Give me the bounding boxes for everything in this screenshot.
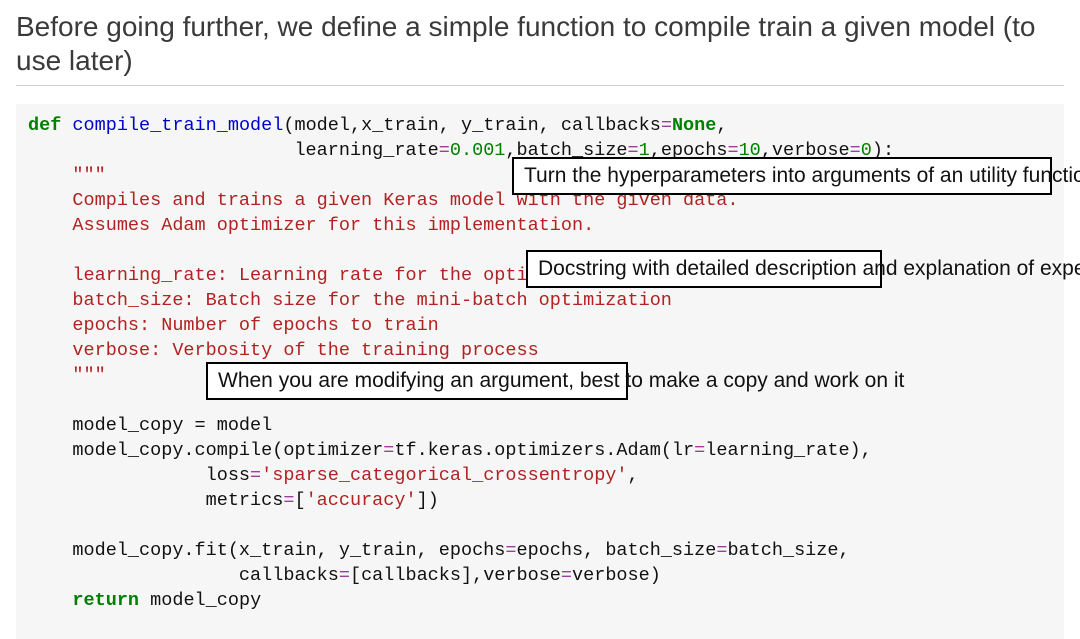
annotation-docstring: Docstring with detailed description and … bbox=[526, 250, 882, 288]
line-fit2-b: [callbacks],verbose bbox=[350, 565, 561, 586]
line-compile-a: model_copy.compile(optimizer bbox=[28, 440, 383, 461]
doc-line-2: Assumes Adam optimizer for this implemen… bbox=[28, 215, 594, 236]
kw-return: return bbox=[72, 590, 139, 611]
line-loss-c: , bbox=[628, 465, 639, 486]
docstring-close: """ bbox=[28, 365, 106, 386]
str-acc: 'accuracy' bbox=[306, 490, 417, 511]
sig2-pad bbox=[28, 140, 294, 161]
val-lr: 0.001 bbox=[450, 140, 506, 161]
line-copy: model_copy = model bbox=[28, 415, 272, 436]
kw-def: def bbox=[28, 115, 61, 136]
eq-11: = bbox=[716, 540, 727, 561]
line-fit-a: model_copy.fit(x_train, y_train, epochs bbox=[28, 540, 505, 561]
annotation-hyperparams: Turn the hyperparameters into arguments … bbox=[512, 157, 1052, 195]
doc-line-4: batch_size: Batch size for the mini-batc… bbox=[28, 290, 672, 311]
eq-13: = bbox=[561, 565, 572, 586]
str-loss: 'sparse_categorical_crossentropy' bbox=[261, 465, 627, 486]
eq-1: = bbox=[661, 115, 672, 136]
annotation-copy: When you are modifying an argument, best… bbox=[206, 362, 628, 400]
line-fit2-a: callbacks bbox=[28, 565, 339, 586]
line-fit2-c: verbose) bbox=[572, 565, 661, 586]
line-loss-a: loss bbox=[28, 465, 250, 486]
line-fit-b: epochs, batch_size bbox=[517, 540, 717, 561]
eq-6: = bbox=[383, 440, 394, 461]
eq-12: = bbox=[339, 565, 350, 586]
page: Before going further, we define a simple… bbox=[0, 0, 1080, 639]
eq-8: = bbox=[250, 465, 261, 486]
ret-pad bbox=[28, 590, 72, 611]
lbracket: [ bbox=[294, 490, 305, 511]
eq-2: = bbox=[439, 140, 450, 161]
line-compile-c: learning_rate), bbox=[705, 440, 872, 461]
ret-val: model_copy bbox=[139, 590, 261, 611]
line-fit-c: batch_size, bbox=[727, 540, 849, 561]
docstring-open: """ bbox=[28, 165, 106, 186]
code-block: def compile_train_model(model,x_train, y… bbox=[16, 104, 1064, 639]
eq-7: = bbox=[694, 440, 705, 461]
func-name: compile_train_model bbox=[72, 115, 283, 136]
rbracket: ]) bbox=[417, 490, 439, 511]
eq-9: = bbox=[283, 490, 294, 511]
section-heading: Before going further, we define a simple… bbox=[16, 10, 1064, 77]
doc-line-6: verbose: Verbosity of the training proce… bbox=[28, 340, 539, 361]
line-metrics-a: metrics bbox=[28, 490, 283, 511]
heading-divider bbox=[16, 85, 1064, 86]
doc-line-5: epochs: Number of epochs to train bbox=[28, 315, 439, 336]
arg-lr: learning_rate bbox=[294, 140, 438, 161]
line-compile-b: tf.keras.optimizers.Adam(lr bbox=[394, 440, 694, 461]
doc-blank bbox=[28, 240, 72, 261]
sig-comma1: , bbox=[716, 115, 727, 136]
sig-part1: (model,x_train, y_train, callbacks bbox=[283, 115, 660, 136]
none-1: None bbox=[672, 115, 716, 136]
eq-10: = bbox=[505, 540, 516, 561]
